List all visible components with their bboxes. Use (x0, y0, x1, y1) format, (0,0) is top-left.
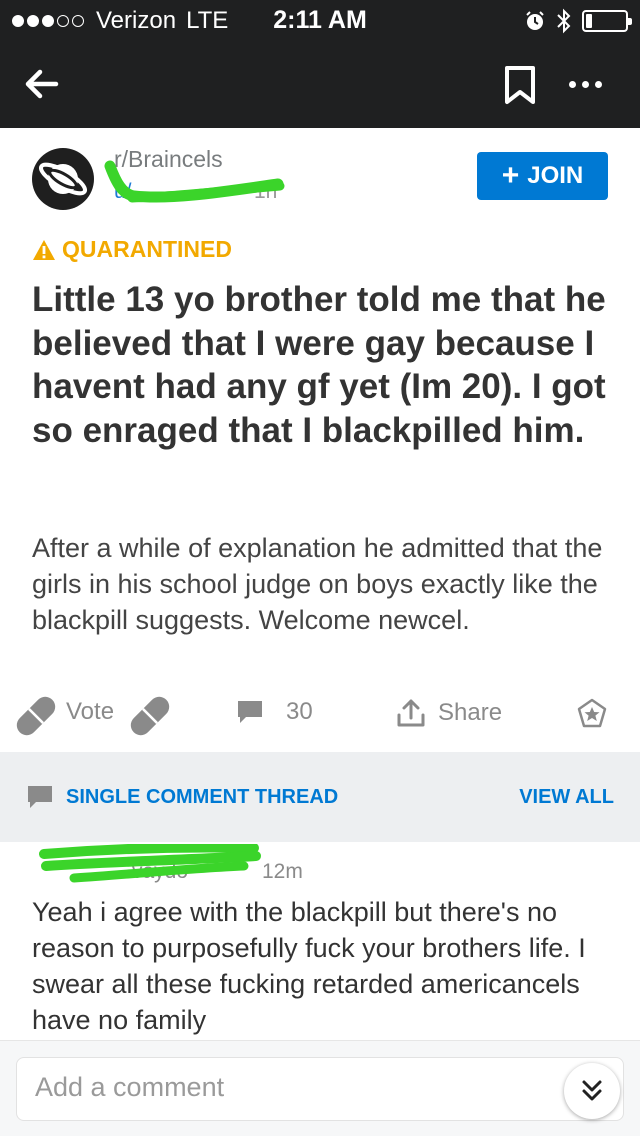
post-age: 1h (254, 180, 278, 203)
double-chevron-down-icon (582, 1080, 602, 1101)
comment-author[interactable]: vaydo (132, 860, 188, 884)
thread-title: SINGLE COMMENT THREAD (66, 785, 339, 808)
comment: vaydo 12m Yeah i agree with the blackpil… (32, 844, 622, 1038)
post-title: Little 13 yo brother told me that he bel… (32, 280, 606, 450)
more-options-icon[interactable] (560, 62, 610, 106)
comment-thread-bar: SINGLE COMMENT THREAD VIEW ALL (0, 752, 640, 842)
plus-icon: + (501, 159, 520, 192)
post-body: After a while of explanation he admitted… (32, 533, 603, 635)
status-bar: Verizon LTE 2:11 AM (0, 0, 640, 40)
share-label: Share (438, 699, 503, 726)
vote-control: Vote (66, 698, 114, 726)
thread-label: SINGLE COMMENT THREAD (26, 784, 338, 810)
quarantine-badge: QUARANTINED (32, 236, 232, 263)
warning-icon (33, 239, 55, 260)
post-meta: u/ 1h (114, 180, 277, 208)
comment-text: Yeah i agree with the blackpill but ther… (32, 897, 586, 1035)
comment-count: 30 (286, 698, 313, 725)
comment-icon (28, 786, 52, 808)
comment-meta: vaydo 12m (32, 844, 622, 894)
subreddit-avatar[interactable] (32, 148, 94, 210)
battery-icon (582, 10, 632, 32)
vote-label: Vote (66, 698, 115, 725)
back-arrow-icon[interactable] (20, 62, 64, 106)
bookmark-icon[interactable] (502, 64, 538, 108)
scroll-down-button[interactable] (564, 1063, 620, 1119)
join-button[interactable]: + JOIN (477, 152, 608, 200)
comment-age: 12m (262, 860, 303, 883)
share-button[interactable]: Share (396, 698, 502, 728)
top-nav-bar (0, 40, 640, 128)
comment-icon (238, 701, 262, 723)
post-author[interactable]: u/ (114, 180, 132, 203)
post-actions: Vote 30 Share (0, 684, 640, 744)
alarm-icon (526, 11, 544, 30)
join-label: JOIN (527, 162, 584, 189)
pill-icon[interactable] (10, 690, 62, 742)
comments-button[interactable]: 30 (236, 698, 313, 726)
share-icon (397, 699, 425, 727)
subreddit-name[interactable]: r/Braincels (114, 146, 223, 173)
bluetooth-icon (557, 8, 571, 34)
pill-icon[interactable] (124, 690, 176, 742)
comment-composer: Add a comment (0, 1040, 640, 1136)
planet-icon (38, 162, 88, 196)
view-all-link[interactable]: VIEW ALL (519, 786, 614, 809)
award-icon[interactable] (576, 698, 608, 730)
comment-input[interactable]: Add a comment (16, 1057, 624, 1121)
quarantine-label: QUARANTINED (62, 236, 232, 262)
